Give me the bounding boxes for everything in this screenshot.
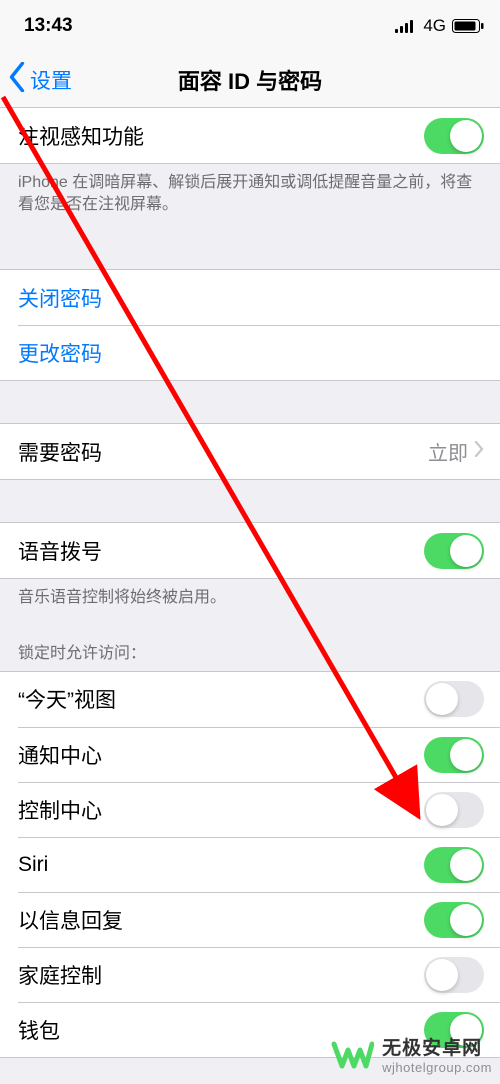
- voice-label: 语音拨号: [18, 536, 102, 566]
- lock-row-0[interactable]: “今天”视图: [0, 672, 500, 727]
- back-button[interactable]: 设置: [0, 62, 72, 98]
- lock-label: 家庭控制: [18, 960, 102, 990]
- watermark-title: 无极安卓网: [382, 1033, 492, 1060]
- lock-row-2[interactable]: 控制中心: [18, 782, 500, 837]
- lock-group: “今天”视图通知中心控制中心 Siri 以信息回复家庭控制钱包: [0, 671, 500, 1058]
- lock-label: 以信息回复: [18, 905, 123, 935]
- lock-row-1[interactable]: 通知中心: [18, 727, 500, 782]
- chevron-right-icon: [474, 440, 484, 463]
- passcode-group: 关闭密码 更改密码: [0, 269, 500, 381]
- lock-label: 钱包: [18, 1015, 60, 1045]
- attention-toggle[interactable]: [424, 118, 484, 154]
- back-label: 设置: [30, 65, 72, 95]
- battery-icon: [452, 19, 484, 33]
- voice-toggle[interactable]: [424, 533, 484, 569]
- lock-toggle[interactable]: [424, 737, 484, 773]
- page-title: 面容 ID 与密码: [0, 64, 500, 96]
- lock-label: Siri: [18, 853, 48, 877]
- attention-label: 注视感知功能: [18, 121, 144, 151]
- lock-row-4[interactable]: 以信息回复: [18, 892, 500, 947]
- lock-label: “今天”视图: [18, 684, 116, 714]
- require-value: 立即: [428, 437, 468, 466]
- status-time: 13:43: [24, 15, 73, 37]
- attention-group: 注视感知功能: [0, 108, 500, 164]
- lock-toggle[interactable]: [424, 681, 484, 717]
- status-right: 4G: [395, 16, 484, 36]
- attention-row[interactable]: 注视感知功能: [0, 108, 500, 163]
- lock-toggle[interactable]: [424, 792, 484, 828]
- attention-footer: iPhone 在调暗屏幕、解锁后展开通知或调低提醒音量之前，将查看您是否在注视屏…: [0, 164, 500, 227]
- voice-footer: 音乐语音控制将始终被启用。: [0, 579, 500, 621]
- change-label: 更改密码: [18, 338, 102, 368]
- chevron-left-icon: [8, 62, 26, 98]
- watermark-url: wjhotelgroup.com: [382, 1060, 492, 1075]
- network-label: 4G: [423, 16, 446, 36]
- require-row[interactable]: 需要密码 立即: [0, 424, 500, 479]
- lock-toggle[interactable]: [424, 902, 484, 938]
- watermark-logo-icon: [330, 1032, 374, 1076]
- lock-label: 控制中心: [18, 795, 102, 825]
- nav-bar: 设置 面容 ID 与密码: [0, 52, 500, 108]
- lock-row-5[interactable]: 家庭控制: [18, 947, 500, 1002]
- lock-toggle[interactable]: [424, 957, 484, 993]
- lock-row-3[interactable]: Siri: [18, 837, 500, 892]
- lock-header: 锁定时允许访问：: [0, 621, 500, 671]
- voice-group: 语音拨号: [0, 522, 500, 579]
- status-bar: 13:43 4G: [0, 0, 500, 52]
- lock-label: 通知中心: [18, 740, 102, 770]
- turn-off-label: 关闭密码: [18, 283, 102, 313]
- voice-row[interactable]: 语音拨号: [0, 523, 500, 578]
- require-group: 需要密码 立即: [0, 423, 500, 480]
- watermark: 无极安卓网 wjhotelgroup.com: [330, 1032, 492, 1076]
- require-label: 需要密码: [18, 437, 102, 467]
- change-passcode[interactable]: 更改密码: [18, 325, 500, 380]
- lock-toggle[interactable]: [424, 847, 484, 883]
- turn-off-passcode[interactable]: 关闭密码: [0, 270, 500, 325]
- signal-icon: [395, 19, 417, 33]
